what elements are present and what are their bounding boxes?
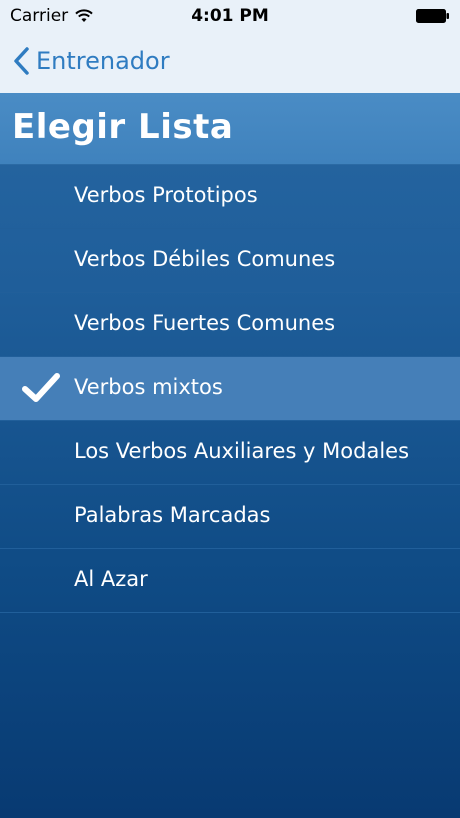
list-item-palabras-marcadas[interactable]: Palabras Marcadas bbox=[0, 485, 460, 549]
status-time: 4:01 PM bbox=[191, 6, 269, 26]
back-button-label: Entrenador bbox=[36, 47, 170, 75]
list-item-label: Verbos Débiles Comunes bbox=[74, 247, 336, 271]
list-item-verbos-mixtos[interactable]: Verbos mixtos bbox=[0, 357, 460, 421]
list-header: Elegir Lista bbox=[0, 93, 460, 165]
list-item-label: Verbos Fuertes Comunes bbox=[74, 311, 336, 335]
word-list: Verbos Prototipos Verbos Débiles Comunes… bbox=[0, 165, 460, 613]
list-item-label: Los Verbos Auxiliares y Modales bbox=[74, 439, 410, 463]
list-item-label: Al Azar bbox=[74, 567, 148, 591]
list-item-verbos-fuertes-comunes[interactable]: Verbos Fuertes Comunes bbox=[0, 293, 460, 357]
status-bar: Carrier 4:01 PM bbox=[0, 0, 460, 32]
list-item-label: Verbos Prototipos bbox=[74, 183, 258, 207]
list-item-al-azar[interactable]: Al Azar bbox=[0, 549, 460, 613]
checkmark-icon bbox=[22, 373, 60, 402]
list-item-verbos-auxiliares-modales[interactable]: Los Verbos Auxiliares y Modales bbox=[0, 421, 460, 485]
list-item-verbos-prototipos[interactable]: Verbos Prototipos bbox=[0, 165, 460, 229]
list-item-label: Verbos mixtos bbox=[74, 375, 223, 399]
back-button[interactable]: Entrenador bbox=[12, 46, 170, 76]
list-item-label: Palabras Marcadas bbox=[74, 503, 271, 527]
page-title: Elegir Lista bbox=[12, 107, 234, 147]
list-item-verbos-debiles-comunes[interactable]: Verbos Débiles Comunes bbox=[0, 229, 460, 293]
chevron-left-icon bbox=[14, 47, 29, 75]
battery-icon bbox=[416, 9, 449, 23]
navigation-bar: Entrenador bbox=[0, 32, 460, 93]
